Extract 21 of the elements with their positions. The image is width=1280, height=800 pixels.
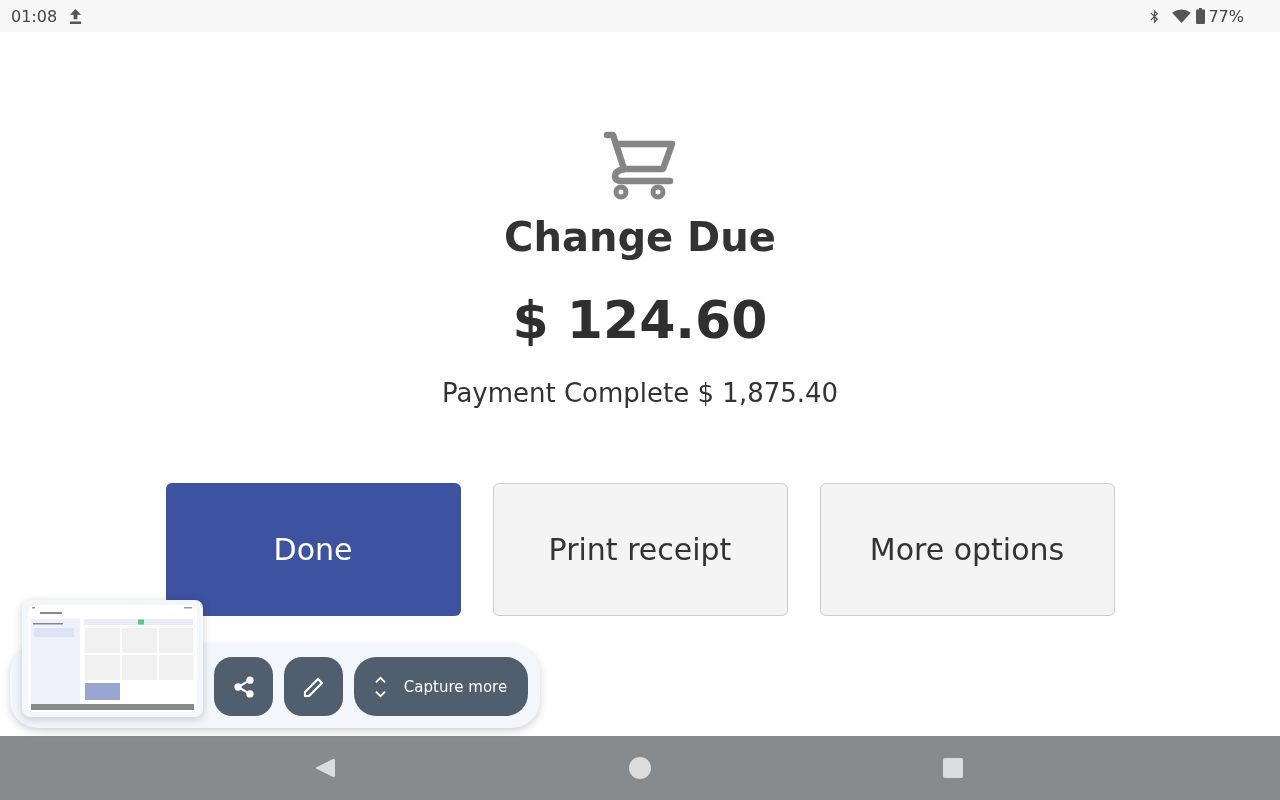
- change-due-title: Change Due: [504, 213, 776, 261]
- shopping-cart-icon: [603, 130, 677, 200]
- bluetooth-icon: [1150, 8, 1160, 24]
- home-icon[interactable]: [629, 757, 651, 779]
- payment-summary: Payment Complete $ 1,875.40: [441, 377, 839, 409]
- capture-more-button[interactable]: Capture more: [354, 657, 528, 716]
- clock-time: 01:08: [11, 6, 58, 26]
- action-button[interactable]: More options: [819, 483, 1115, 616]
- pencil-icon: [302, 675, 325, 698]
- change-due-amount: $ 124.60: [512, 289, 768, 352]
- share-icon: [232, 675, 255, 698]
- wifi-icon: [1172, 9, 1192, 23]
- expand-icon: [374, 675, 386, 698]
- action-button[interactable]: Print receipt: [492, 483, 788, 616]
- battery-icon: [1196, 8, 1206, 24]
- action-button[interactable]: Done: [165, 483, 461, 616]
- upload-icon: [69, 8, 83, 24]
- back-icon[interactable]: [315, 757, 335, 779]
- edit-button[interactable]: [284, 657, 343, 716]
- share-button[interactable]: [214, 657, 273, 716]
- battery-percent: 77%: [1208, 6, 1244, 26]
